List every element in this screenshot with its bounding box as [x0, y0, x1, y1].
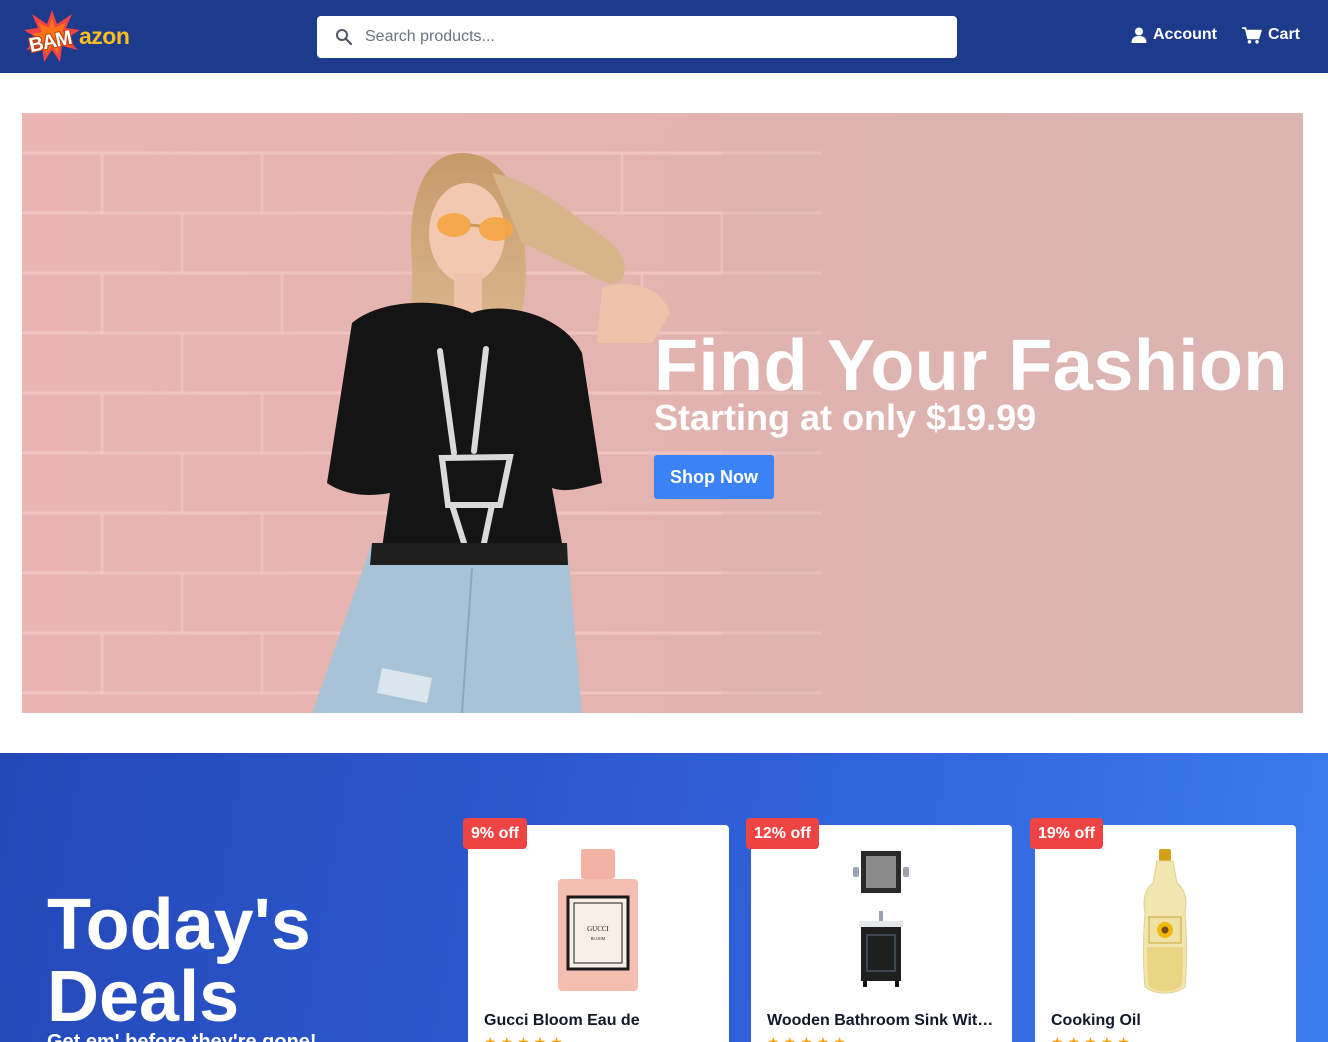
product-image [1143, 849, 1187, 994]
account-label: Account [1153, 26, 1217, 43]
cart-icon [1242, 26, 1262, 44]
discount-badge: 19% off [1030, 818, 1103, 849]
deal-card[interactable]: 9% off GUCCI BLOOM Gucci Bloom Eau de ★★… [463, 818, 729, 1042]
hero-banner: Find Your Fashion Starting at only $19.9… [22, 113, 1303, 713]
product-image [853, 851, 909, 987]
svg-text:GUCCI: GUCCI [587, 925, 609, 933]
cart-link[interactable]: Cart [1242, 26, 1300, 44]
user-icon [1131, 27, 1147, 43]
hero-title: Find Your Fashion [654, 326, 1288, 406]
search-input[interactable] [365, 16, 945, 58]
discount-badge: 12% off [746, 818, 819, 849]
rating-stars: ★★★★★ [484, 1034, 567, 1042]
rating-stars: ★★★★★ [1051, 1034, 1134, 1042]
product-name: Wooden Bathroom Sink With Mirror [767, 1012, 999, 1029]
todays-deals-section: Today's Deals Get em' before they're gon… [0, 753, 1328, 1042]
account-link[interactable]: Account [1131, 26, 1217, 44]
cart-label: Cart [1268, 26, 1301, 43]
product-name: Cooking Oil [1051, 1012, 1141, 1029]
product-image: GUCCI BLOOM [558, 849, 638, 991]
deals-title: Today's Deals [47, 885, 311, 1037]
search-icon [336, 29, 353, 46]
site-logo[interactable]: BAM azon [22, 8, 132, 64]
top-navbar: BAM azon Account Cart [0, 0, 1328, 73]
rating-stars: ★★★★★ [767, 1034, 850, 1042]
discount-badge: 9% off [463, 818, 527, 849]
hero-subtitle: Starting at only $19.99 [654, 397, 1037, 438]
svg-text:BLOOM: BLOOM [591, 936, 606, 941]
logo-azon-text: azon [79, 23, 130, 49]
product-name: Gucci Bloom Eau de [484, 1012, 640, 1029]
deal-card[interactable]: 12% off Wooden Bathroom Sink With Mirror… [746, 818, 1012, 1042]
search-bar [317, 16, 957, 58]
shop-now-button[interactable]: Shop Now [654, 455, 774, 499]
deal-card[interactable]: 19% off Cooking Oil ★★★★★ [1030, 818, 1296, 1042]
deals-subtitle: Get em' before they're gone! [47, 1031, 317, 1042]
